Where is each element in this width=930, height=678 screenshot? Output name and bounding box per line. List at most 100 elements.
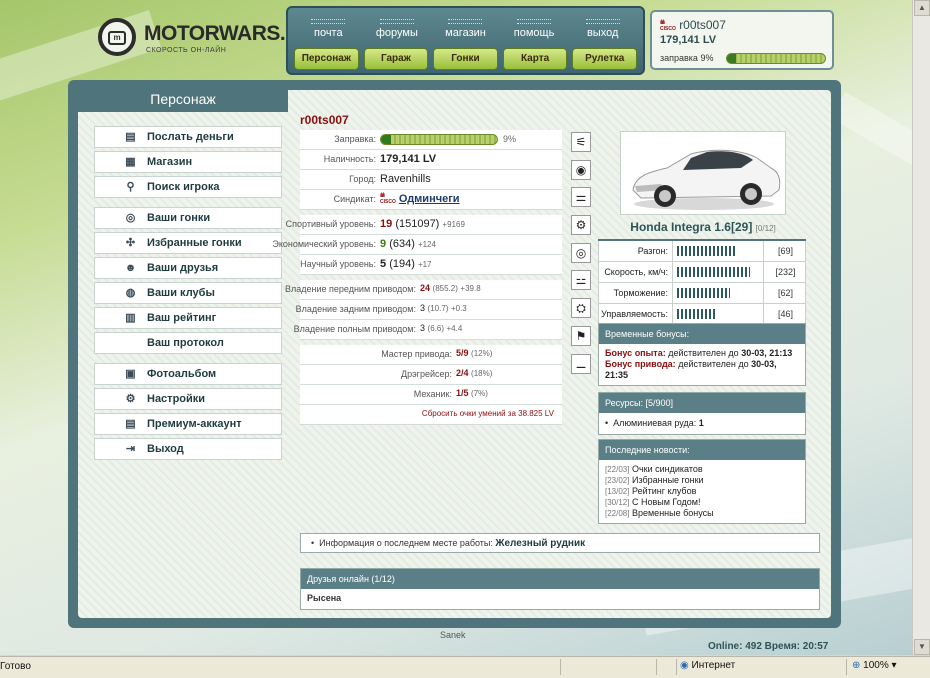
logo-tagline: СКОРОСТЬ ОН-ЛАЙН xyxy=(146,47,227,54)
nav-exit[interactable]: выход xyxy=(568,16,637,44)
news-item[interactable]: [13/02] Рейтинг клубов xyxy=(605,486,799,497)
syndicate-link[interactable]: Одминчеги xyxy=(399,193,460,205)
stat-syndicate: Синдикат:CISCO Одминчеги xyxy=(300,190,562,210)
photo-album-icon: ▣ xyxy=(125,368,136,380)
city-link[interactable]: Ravenhills xyxy=(380,173,431,185)
car-name[interactable]: Honda Integra 1.6[29] [0/12] xyxy=(598,220,808,234)
main-panel: Персонаж ▤ Послать деньги ▦ Магазин ⚲ Поиск… xyxy=(68,80,841,628)
transmission-icon[interactable]: ⛭ xyxy=(571,298,591,319)
car-stat-braking: Торможение: [62] xyxy=(598,283,806,304)
stat-city: Город: Ravenhills xyxy=(300,170,562,190)
news-item[interactable]: [23/02] Избранные гонки xyxy=(605,475,799,486)
menu-player-search[interactable]: ⚲ Поиск игрока xyxy=(94,176,282,198)
reset-skills-link[interactable]: Сбросить очки умений за 38.825 LV xyxy=(422,409,554,418)
news-item[interactable]: [22/03] Очки синдикатов xyxy=(605,464,799,475)
search-icon: ⚲ xyxy=(126,181,135,193)
browser-statusbar: Готово ◉ Интернет ⊕ 100% ▾ xyxy=(0,656,930,678)
exit-icon: ⇥ xyxy=(125,443,136,455)
character-stats: Заправка: 9% Наличность: 179,141 LV Город… xyxy=(272,130,562,425)
syndicate-logo-icon: CISCO xyxy=(660,20,676,32)
gearbox-icon[interactable]: ⚍ xyxy=(571,270,591,291)
shop-icon: ▦ xyxy=(125,156,136,168)
menu-send-money[interactable]: ▤ Послать деньги xyxy=(94,126,282,148)
clubs-icon: ◍ xyxy=(125,287,136,299)
logo-wheel-icon: m xyxy=(98,18,136,56)
menu-your-races[interactable]: ◎ Ваши гонки xyxy=(94,207,282,229)
spoiler-icon[interactable]: ⚊ xyxy=(571,353,591,374)
menu-settings[interactable]: ⚙ Настройки xyxy=(94,388,282,410)
reset-skills-row: Сбросить очки умений за 38.825 LV xyxy=(300,405,562,425)
menu-shop[interactable]: ▦ Магазин xyxy=(94,151,282,173)
stat-rwd: Владение задним приводом: 3 (10.7) +0.3 xyxy=(296,300,562,320)
stat-awd: Владение полным приводом: 3 (6.6) +4.4 xyxy=(294,320,562,340)
news-item[interactable]: [22/08] Временные бонусы xyxy=(605,508,799,519)
stat-sport-level: Спортивный уровень: 19 (151097) +9169 xyxy=(286,215,562,235)
menu-exit[interactable]: ⇥ Выход xyxy=(94,438,282,460)
menu-your-protocol[interactable]: Ваш протокол xyxy=(94,332,282,354)
stat-fuel: Заправка: 9% xyxy=(300,130,562,150)
nav-help[interactable]: помощь xyxy=(500,16,569,44)
speed-bar xyxy=(677,267,751,277)
nav-garage-button[interactable]: Гараж xyxy=(363,48,429,70)
footer-signature: Sanek xyxy=(440,630,466,640)
braking-bar xyxy=(677,288,731,298)
character-menu: ▤ Послать деньги ▦ Магазин ⚲ Поиск игрока ◎… xyxy=(94,126,282,463)
last-work-info: • Информация о последнем месте работы: Ж… xyxy=(300,533,820,553)
favorite-races-icon: ✣ xyxy=(125,237,136,249)
engine-icon[interactable]: ⚙ xyxy=(571,215,591,236)
news-box: Последние новости: [22/03] Очки синдикат… xyxy=(598,439,806,524)
scroll-down-icon[interactable]: ▼ xyxy=(914,639,930,655)
steering-wheel-icon: ◎ xyxy=(125,212,136,224)
main-content: Персонаж ▤ Послать деньги ▦ Магазин ⚲ Поиск… xyxy=(78,88,831,618)
friends-icon: ☻ xyxy=(124,262,137,274)
section-title: Персонаж xyxy=(78,88,288,112)
vertical-scrollbar[interactable]: ▲ ▼ xyxy=(912,0,930,655)
menu-premium-account[interactable]: ▤ Премиум-аккаунт xyxy=(94,413,282,435)
stat-drifter: Дрэгрейсер: 2/4 (18%) xyxy=(300,365,562,385)
seat-icon[interactable]: ⚑ xyxy=(571,325,591,346)
fuel-bar xyxy=(380,134,498,145)
site-logo[interactable]: m MOTORWARS.RU СКОРОСТЬ ОН-ЛАЙН xyxy=(98,18,315,60)
menu-your-friends[interactable]: ☻ Ваши друзья xyxy=(94,257,282,279)
scroll-up-icon[interactable]: ▲ xyxy=(914,0,930,16)
nav-mail[interactable]: почта xyxy=(294,16,363,44)
stat-mechanic: Механик: 1/5 (7%) xyxy=(300,385,562,405)
status-text: Готово xyxy=(0,661,31,672)
menu-your-rating[interactable]: ▥ Ваш рейтинг xyxy=(94,307,282,329)
menu-your-clubs[interactable]: ◍ Ваши клубы xyxy=(94,282,282,304)
user-fuel-bar xyxy=(726,53,826,64)
car-slots: [0/12] xyxy=(755,224,776,233)
nav-map-button[interactable]: Карта xyxy=(502,48,568,70)
stat-fwd: Владение передним приводом: 24 (855.2) +3… xyxy=(285,280,562,300)
syndicate-logo-icon: CISCO xyxy=(380,193,396,205)
zoom-control[interactable]: ⊕ 100% ▾ xyxy=(852,660,897,671)
work-place[interactable]: Железный рудник xyxy=(495,538,585,549)
tire-icon[interactable]: ◉ xyxy=(571,159,591,180)
car-stat-handling: Управляемость: [46] xyxy=(598,304,806,325)
nav-character-button[interactable]: Персонаж xyxy=(294,48,359,70)
car-stat-acceleration: Разгон: [69] xyxy=(598,241,806,262)
resources-box: Ресурсы: [5/900] • Алюминиевая руда: 1 xyxy=(598,392,806,435)
nav-shop[interactable]: магазин xyxy=(431,16,500,44)
top-navigation: почта форумы магазин помощь выход Персон… xyxy=(286,6,645,75)
premium-icon: ▤ xyxy=(125,418,136,430)
exhaust-icon[interactable]: ⚌ xyxy=(571,187,591,208)
menu-photo-album[interactable]: ▣ Фотоальбом xyxy=(94,363,282,385)
menu-favorite-races[interactable]: ✣ Избранные гонки xyxy=(94,232,282,254)
suspension-icon[interactable]: ⚟ xyxy=(571,132,591,152)
nav-races-button[interactable]: Гонки xyxy=(433,48,498,70)
turbo-icon[interactable]: ◎ xyxy=(571,242,591,263)
stat-drive-master: Мастер привода: 5/9 (12%) xyxy=(300,345,562,365)
news-item[interactable]: [30/12] С Новым Годом! xyxy=(605,497,799,508)
nav-roulette-button[interactable]: Рулетка xyxy=(572,48,637,70)
car-stat-speed: Скорость, км/ч: [232] xyxy=(598,262,806,283)
zoom-icon: ⊕ xyxy=(852,660,861,671)
car-image[interactable] xyxy=(620,131,786,215)
settings-icon: ⚙ xyxy=(125,393,136,405)
nav-forums[interactable]: форумы xyxy=(363,16,432,44)
friend-name[interactable]: Рысена xyxy=(301,589,819,609)
globe-icon: ◉ xyxy=(680,660,689,671)
user-name[interactable]: r00ts007 xyxy=(679,18,726,32)
stat-econ-level: Экономический уровень: 9 (634) +124 xyxy=(272,235,562,255)
rating-icon: ▥ xyxy=(125,312,136,324)
